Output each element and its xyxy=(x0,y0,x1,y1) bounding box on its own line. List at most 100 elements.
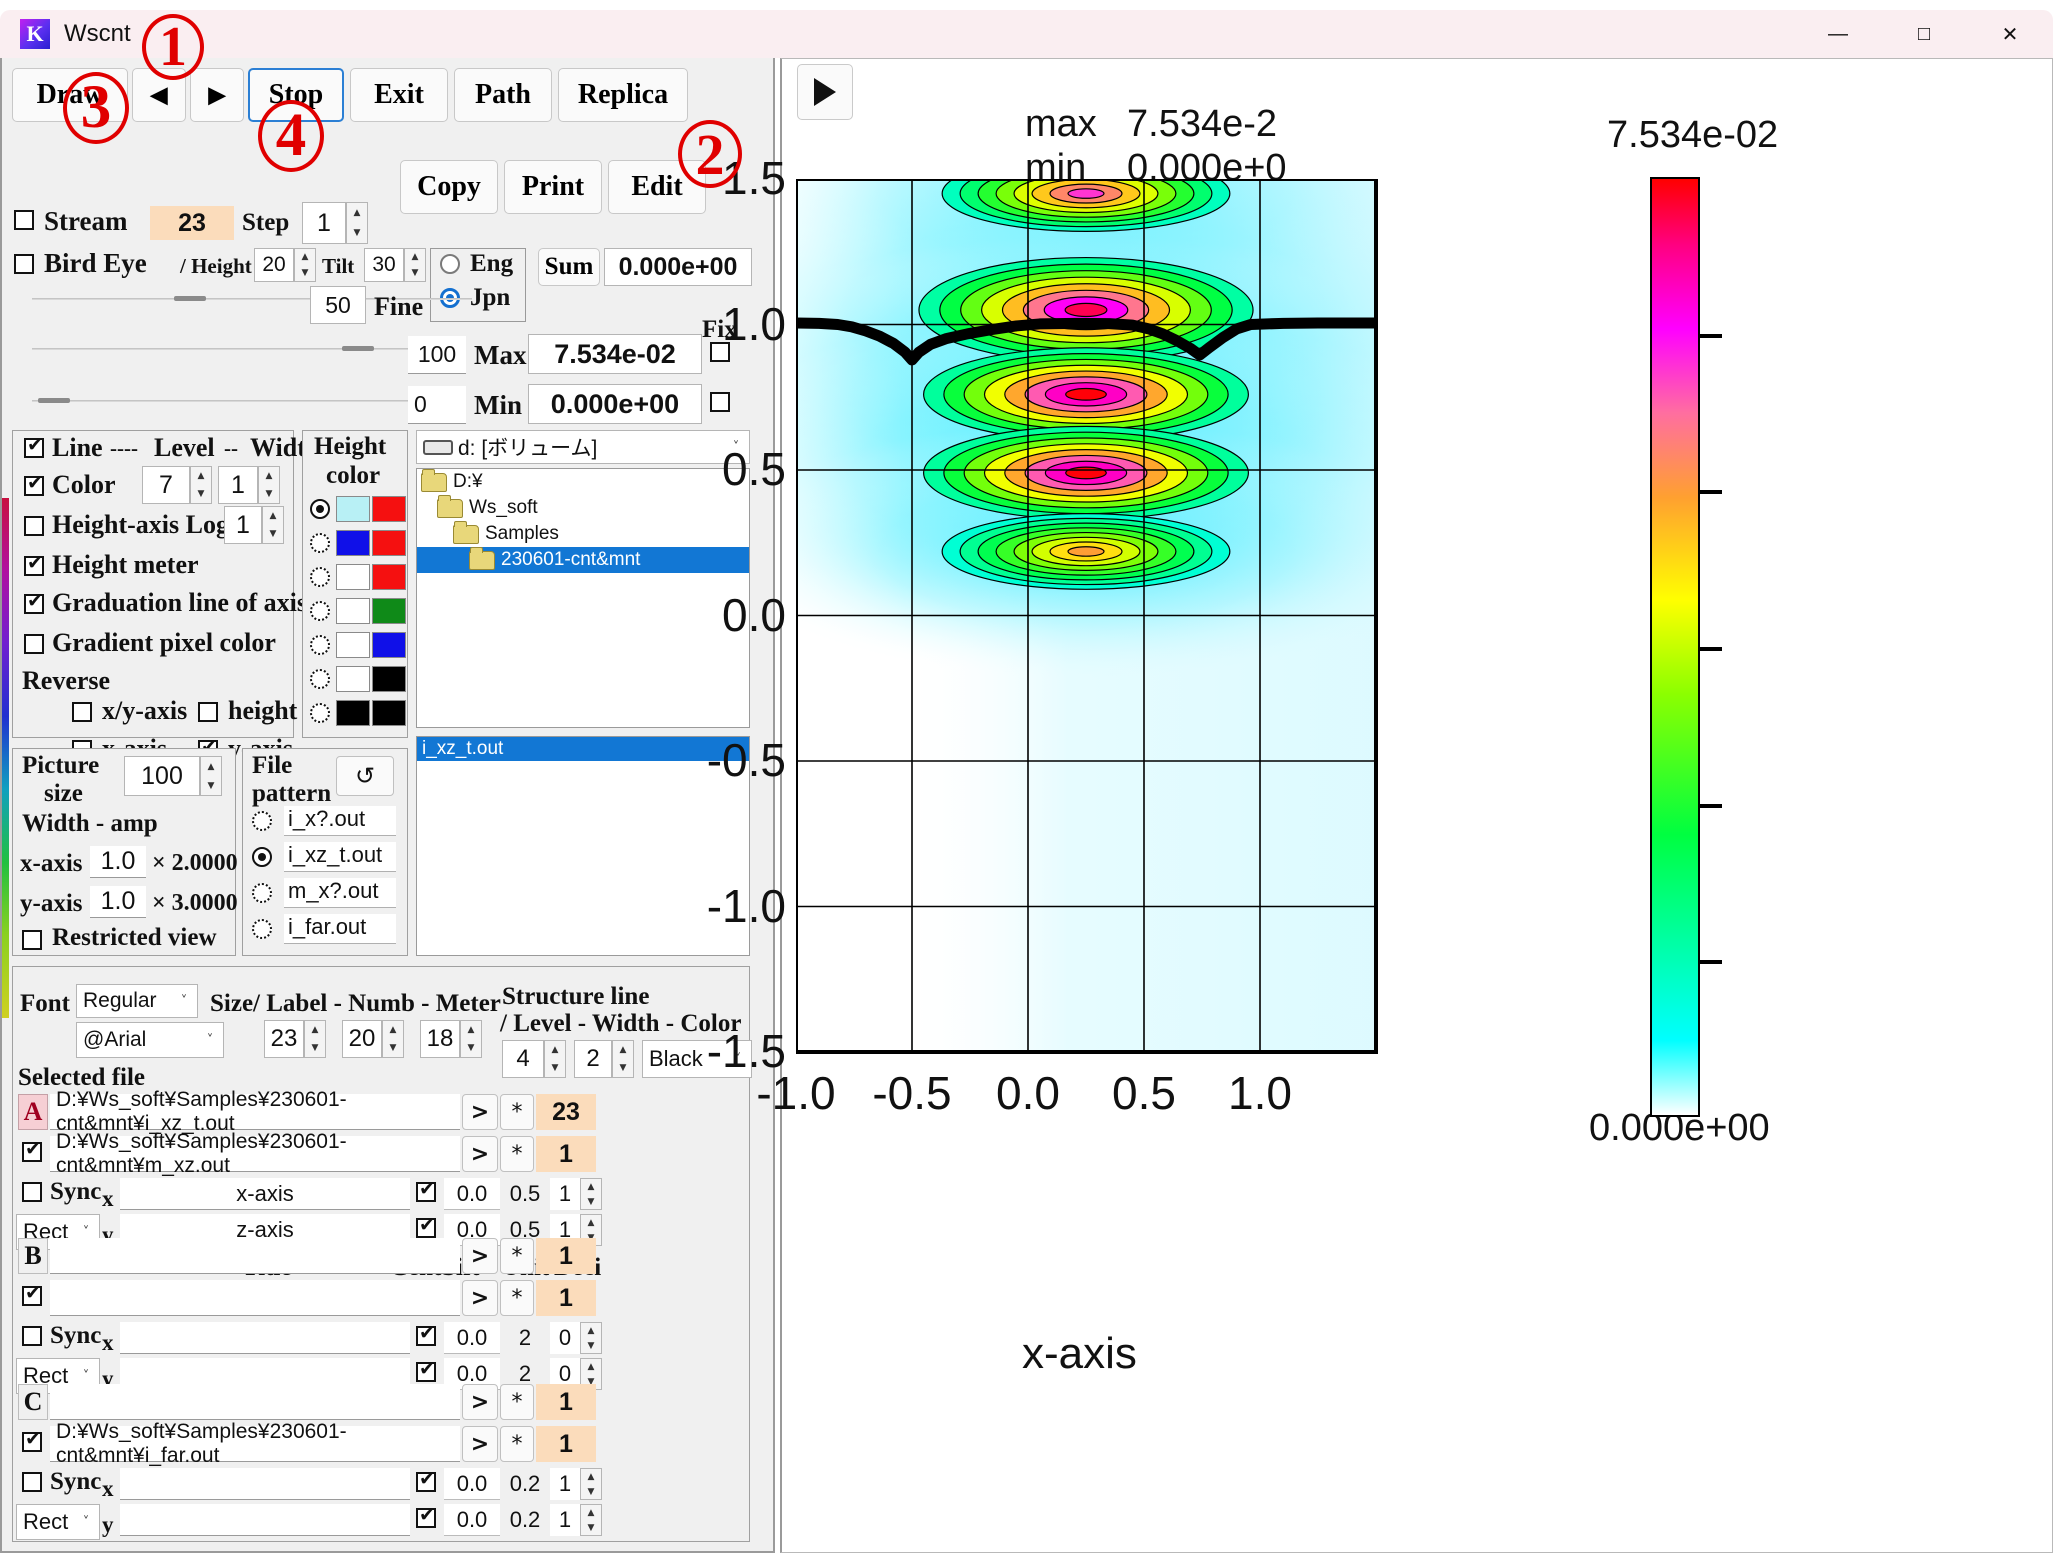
height-value-field[interactable]: 20 xyxy=(254,248,294,282)
height-color-radio-0[interactable] xyxy=(310,499,330,519)
file-pattern-radio-1[interactable] xyxy=(252,847,272,867)
line-width-field[interactable]: 1 xyxy=(218,466,258,504)
group-C-enable-checkbox[interactable] xyxy=(22,1428,42,1452)
height-color-high-swatch-0[interactable] xyxy=(372,496,406,522)
group-B-browse-1[interactable]: > xyxy=(462,1238,498,1274)
print-button[interactable]: Print xyxy=(504,160,602,214)
picture-size-field[interactable]: 100 xyxy=(124,756,200,796)
height-color-low-swatch-0[interactable] xyxy=(336,496,370,522)
height-color-high-swatch-6[interactable] xyxy=(372,700,406,726)
level-count-field[interactable]: 7 xyxy=(142,466,190,504)
group-C-x-title[interactable] xyxy=(120,1468,410,1500)
group-B-y-cent-checkbox[interactable] xyxy=(416,1358,436,1382)
reverse-xy-checkbox[interactable] xyxy=(72,702,92,722)
font-label-size-field[interactable]: 23 xyxy=(264,1020,304,1058)
group-C-y-sift[interactable]: 0.0 xyxy=(444,1504,500,1536)
tree-item[interactable]: 230601-cnt&mnt xyxy=(417,546,749,573)
next-arrow-icon[interactable]: ▶ xyxy=(190,68,244,122)
structure-width-spinner[interactable]: ▲ ▼ xyxy=(612,1040,634,1078)
tree-item[interactable]: Samples xyxy=(417,520,749,547)
tilt-spinner[interactable]: ▲ ▼ xyxy=(404,248,426,282)
color-checkbox[interactable] xyxy=(24,472,44,496)
min-slider-thumb[interactable] xyxy=(38,398,70,403)
step-spinner[interactable]: ▲ ▼ xyxy=(346,202,368,244)
group-A-star-2[interactable]: * xyxy=(500,1136,534,1172)
group-C-deci-2[interactable]: 1 xyxy=(536,1426,596,1462)
group-B-star-1[interactable]: * xyxy=(500,1238,534,1274)
height-color-high-swatch-4[interactable] xyxy=(372,632,406,658)
height-axis-log-checkbox[interactable] xyxy=(24,516,44,536)
close-icon[interactable]: ✕ xyxy=(1967,10,2053,58)
group-A-x-sift[interactable]: 0.0 xyxy=(444,1178,500,1210)
height-color-high-swatch-2[interactable] xyxy=(372,564,406,590)
fine-value-field[interactable]: 50 xyxy=(310,286,366,324)
group-A-browse-2[interactable]: > xyxy=(462,1136,498,1172)
height-meter-checkbox[interactable] xyxy=(24,552,44,576)
group-A-enable-checkbox[interactable] xyxy=(22,1138,42,1162)
font-meter-size-spinner[interactable]: ▲ ▼ xyxy=(460,1020,482,1058)
file-pattern-radio-2[interactable] xyxy=(252,883,272,903)
height-color-high-swatch-3[interactable] xyxy=(372,598,406,624)
exit-button[interactable]: Exit xyxy=(350,68,448,122)
group-B-x-cent-checkbox[interactable] xyxy=(416,1322,436,1346)
group-C-star-2[interactable]: * xyxy=(500,1426,534,1462)
group-C-browse-1[interactable]: > xyxy=(462,1384,498,1420)
tilt-value-field[interactable]: 30 xyxy=(364,248,404,282)
gradient-pixel-checkbox[interactable] xyxy=(24,634,44,654)
x-axis-amp-field[interactable]: 1.0 xyxy=(90,846,146,878)
file-pattern-radio-0[interactable] xyxy=(252,811,272,831)
structure-level-spinner[interactable]: ▲ ▼ xyxy=(544,1040,566,1078)
group-B-deci-2[interactable]: 1 xyxy=(536,1280,596,1316)
max-slider-value[interactable]: 100 xyxy=(408,336,466,374)
group-B-sync-checkbox[interactable] xyxy=(22,1326,42,1346)
height-axis-log-field[interactable]: 1 xyxy=(224,506,262,544)
group-C-x-sift[interactable]: 0.0 xyxy=(444,1468,500,1500)
tree-item[interactable]: Ws_soft xyxy=(417,494,749,521)
path-button[interactable]: Path xyxy=(454,68,552,122)
group-B-deci-1[interactable]: 1 xyxy=(536,1238,596,1274)
height-color-high-swatch-1[interactable] xyxy=(372,530,406,556)
height-axis-log-spinner[interactable]: ▲ ▼ xyxy=(262,506,284,544)
group-C-deci-1[interactable]: 1 xyxy=(536,1384,596,1420)
draw-button[interactable]: Draw xyxy=(12,68,128,122)
group-C-y-title[interactable] xyxy=(120,1504,410,1536)
group-A-x-cent-checkbox[interactable] xyxy=(416,1178,436,1202)
group-A-y-cent-checkbox[interactable] xyxy=(416,1214,436,1238)
lang-eng-radio[interactable] xyxy=(440,254,460,274)
group-C-sync-checkbox[interactable] xyxy=(22,1472,42,1492)
copy-button[interactable]: Copy xyxy=(400,160,498,214)
group-C-shape-select[interactable]: Rect ˅ xyxy=(16,1504,100,1540)
min-slider-value[interactable]: 0 xyxy=(408,386,466,424)
height-color-low-swatch-3[interactable] xyxy=(336,598,370,624)
reverse-height-checkbox[interactable] xyxy=(198,702,218,722)
restricted-view-checkbox[interactable] xyxy=(22,930,42,950)
group-B-x-deci[interactable]: 0 xyxy=(550,1322,580,1354)
group-A-sync-checkbox[interactable] xyxy=(22,1182,42,1202)
file-pattern-option-label[interactable]: m_x?.out xyxy=(284,878,396,908)
sum-button[interactable]: Sum xyxy=(538,248,600,286)
graduation-checkbox[interactable] xyxy=(24,590,44,614)
prev-arrow-icon[interactable]: ◀ xyxy=(132,68,186,122)
file-pattern-option-label[interactable]: i_xz_t.out xyxy=(284,842,396,872)
group-A-path-1[interactable]: D:¥Ws_soft¥Samples¥230601-cnt&mnt¥i_xz_t… xyxy=(50,1088,460,1135)
group-B-x-deci-spinner[interactable]: ▲ ▼ xyxy=(580,1322,602,1354)
group-C-x-deci-spinner[interactable]: ▲ ▼ xyxy=(580,1468,602,1500)
font-label-size-spinner[interactable]: ▲ ▼ xyxy=(304,1020,326,1058)
group-C-x-cent-checkbox[interactable] xyxy=(416,1468,436,1492)
line-width-spinner[interactable]: ▲ ▼ xyxy=(258,466,280,504)
group-A-path-2[interactable]: D:¥Ws_soft¥Samples¥230601-cnt&mnt¥m_xz.o… xyxy=(50,1130,460,1177)
group-C-y-unit[interactable]: 0.2 xyxy=(502,1504,548,1536)
group-C-path-2[interactable]: D:¥Ws_soft¥Samples¥230601-cnt&mnt¥i_far.… xyxy=(50,1420,460,1467)
replica-button[interactable]: Replica xyxy=(558,68,688,122)
group-B-browse-2[interactable]: > xyxy=(462,1280,498,1316)
frame-number-field[interactable]: 23 xyxy=(150,206,234,240)
group-B-path-2[interactable] xyxy=(50,1280,460,1316)
height-color-radio-3[interactable] xyxy=(310,601,330,621)
height-color-radio-6[interactable] xyxy=(310,703,330,723)
font-family-select[interactable]: @Arial ˅ xyxy=(76,1022,224,1058)
fine-slider-thumb[interactable] xyxy=(174,296,206,301)
group-A-x-deci[interactable]: 1 xyxy=(550,1178,580,1210)
height-color-high-swatch-5[interactable] xyxy=(372,666,406,692)
group-A-deci-2[interactable]: 1 xyxy=(536,1136,596,1172)
group-C-x-deci[interactable]: 1 xyxy=(550,1468,580,1500)
